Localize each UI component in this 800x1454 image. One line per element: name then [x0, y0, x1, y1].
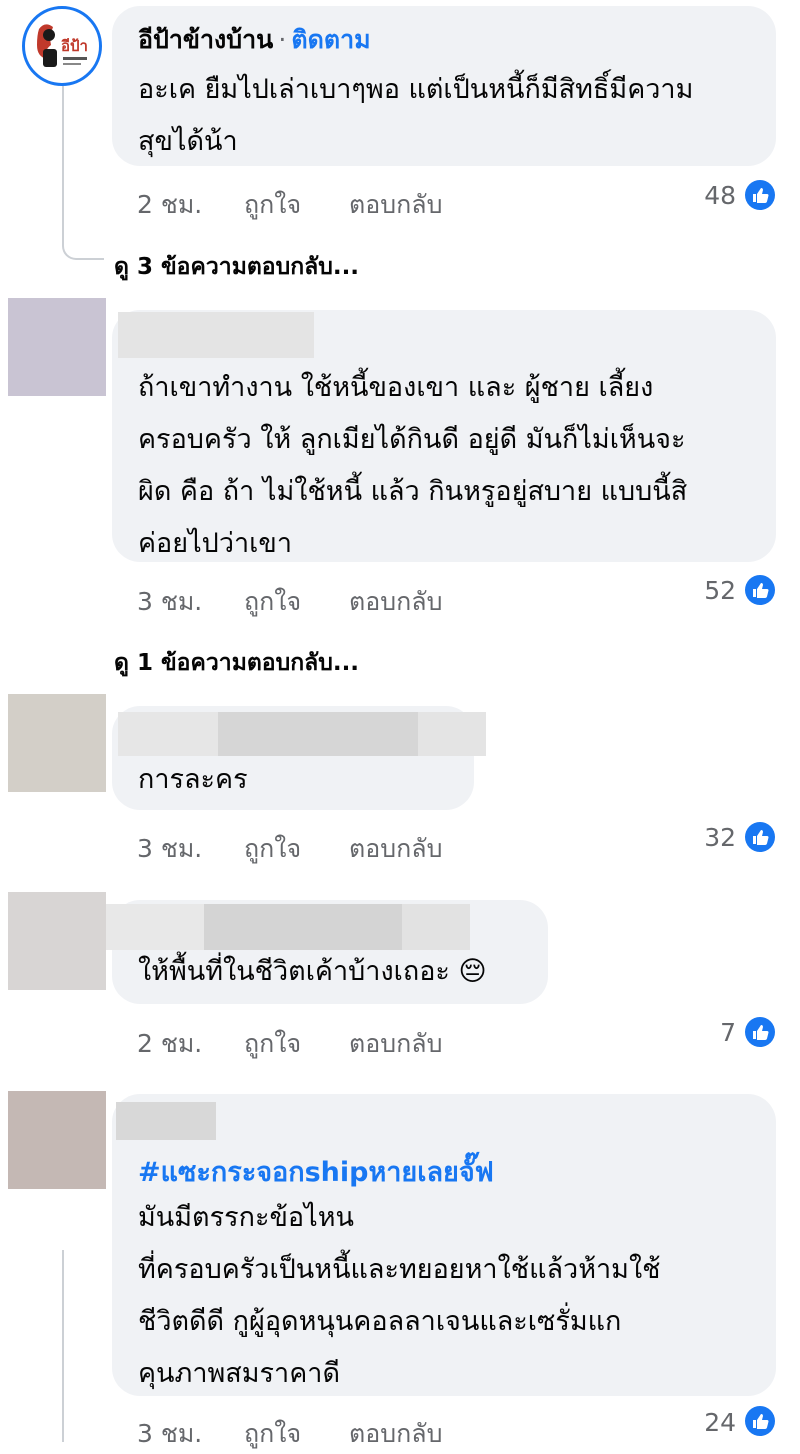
- redacted-author-name: [218, 712, 418, 756]
- reply-button[interactable]: ตอบกลับ: [349, 582, 442, 622]
- comment-bubble: ให้พื้นที่ในชีวิตเค้าบ้างเถอะ 😔: [106, 900, 548, 1004]
- redacted-author-name: [204, 904, 402, 950]
- avatar[interactable]: [8, 892, 106, 990]
- svg-text:อีป้า: อีป้า: [61, 37, 88, 55]
- view-replies-link[interactable]: ดู 3 ข้อความตอบกลับ...: [114, 249, 359, 285]
- avatar[interactable]: อีป้า: [22, 6, 102, 86]
- like-reaction-icon: [745, 1017, 775, 1047]
- like-reaction-icon: [745, 822, 775, 852]
- reaction-count[interactable]: 7: [666, 1018, 736, 1047]
- comment-text: มันมีตรรกะข้อไหน ที่ครอบครัวเป็นหนี้และท…: [138, 1202, 661, 1389]
- pensive-face-emoji: 😔: [458, 956, 487, 987]
- comment-text: ให้พื้นที่ในชีวิตเค้าบ้างเถอะ 😔: [138, 956, 487, 987]
- thread-line: [62, 86, 104, 260]
- reply-button[interactable]: ตอบกลับ: [349, 185, 442, 225]
- comment-time[interactable]: 3 ชม.: [137, 582, 202, 622]
- comment-time[interactable]: 3 ชม.: [137, 1414, 202, 1454]
- redacted-author-name: [402, 904, 470, 950]
- comment-text: อะเค ยืมไปเล่าเบาๆพอ แต่เป็นหนี้ก็มีสิทธ…: [138, 74, 694, 157]
- separator-dot: ·: [278, 25, 287, 54]
- redacted-author-name: [106, 904, 204, 950]
- like-reaction-icon: [745, 1406, 775, 1436]
- author-name[interactable]: อีป้าข้างบ้าน: [138, 25, 273, 54]
- view-replies-link[interactable]: ดู 1 ข้อความตอบกลับ...: [114, 645, 359, 681]
- comment-text: การละคร: [138, 764, 248, 795]
- like-reaction-icon: [745, 180, 775, 210]
- avatar[interactable]: [8, 694, 106, 792]
- reaction-count[interactable]: 52: [666, 576, 736, 605]
- hashtag-link[interactable]: #แซะกระจอกshipหายเลยจั๊ฟ: [138, 1150, 494, 1193]
- comment-time[interactable]: 2 ชม.: [137, 1024, 202, 1064]
- follow-button[interactable]: ติดตาม: [291, 25, 370, 54]
- page-logo-icon: อีป้า: [27, 11, 97, 81]
- comment-text: ถ้าเขาทำงาน ใช้หนี้ของเขา และ ผู้ชาย เลี…: [138, 372, 688, 559]
- comment-bubble: อีป้าข้างบ้าน · ติดตาม อะเค ยืมไปเล่าเบา…: [112, 6, 776, 166]
- reply-button[interactable]: ตอบกลับ: [349, 1414, 442, 1454]
- reply-button[interactable]: ตอบกลับ: [349, 1024, 442, 1064]
- thread-line: [62, 1250, 64, 1442]
- reaction-count[interactable]: 24: [666, 1408, 736, 1437]
- like-reaction-icon: [745, 575, 775, 605]
- redacted-author-name: [118, 712, 218, 756]
- comment-bubble: ถ้าเขาทำงาน ใช้หนี้ของเขา และ ผู้ชาย เลี…: [112, 310, 776, 562]
- redacted-author-name: [118, 312, 314, 358]
- avatar[interactable]: [8, 1091, 106, 1189]
- comment-time[interactable]: 2 ชม.: [137, 185, 202, 225]
- like-button[interactable]: ถูกใจ: [244, 582, 301, 622]
- like-button[interactable]: ถูกใจ: [244, 1414, 301, 1454]
- like-button[interactable]: ถูกใจ: [244, 185, 301, 225]
- reaction-count[interactable]: 32: [666, 823, 736, 852]
- comment-bubble: การละคร: [112, 706, 486, 810]
- redacted-author-name: [116, 1102, 216, 1140]
- reply-button[interactable]: ตอบกลับ: [349, 829, 442, 869]
- comment-bubble: #แซะกระจอกshipหายเลยจั๊ฟ มันมีตรรกะข้อไห…: [112, 1094, 776, 1396]
- reaction-count[interactable]: 48: [666, 181, 736, 210]
- like-button[interactable]: ถูกใจ: [244, 1024, 301, 1064]
- like-button[interactable]: ถูกใจ: [244, 829, 301, 869]
- avatar[interactable]: [8, 298, 106, 396]
- comment-time[interactable]: 3 ชม.: [137, 829, 202, 869]
- redacted-author-name: [418, 712, 486, 756]
